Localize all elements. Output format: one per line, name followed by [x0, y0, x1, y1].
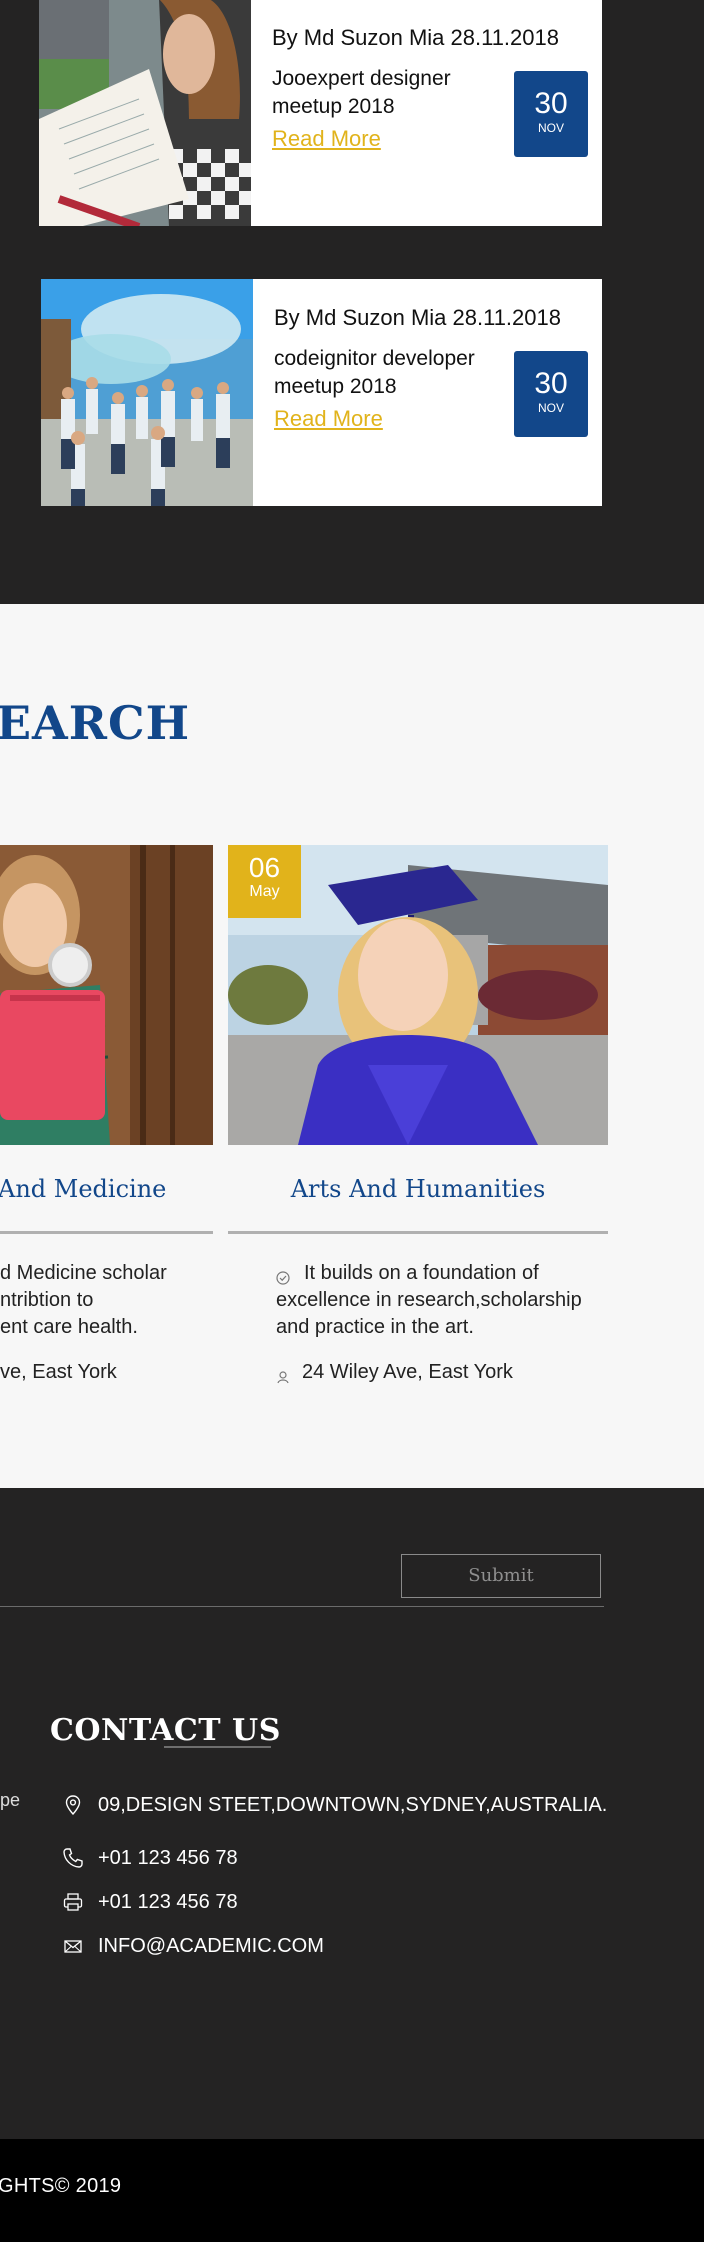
course-date-tag: 06 May — [228, 845, 301, 918]
divider — [228, 1231, 608, 1234]
course-location: ve, East York — [0, 1359, 213, 1385]
contact-email-text: INFO@ACADEMIC.COM — [98, 1935, 324, 1957]
event-title: Jooexpert designer meetup 2018 — [272, 67, 451, 118]
copyright-bar: GHTS© 2019 — [0, 2139, 704, 2242]
course-card[interactable]: 06 May Arts And Humanities It builds on … — [228, 845, 608, 1385]
event-meta: By Md Suzon Mia 28.11.2018 — [274, 305, 561, 330]
contact-address-text: 09,DESIGN STEET,DOWNTOWN,SYDNEY,AUSTRALI… — [98, 1794, 608, 1816]
event-meta: By Md Suzon Mia 28.11.2018 — [272, 25, 559, 50]
copyright-text: GHTS© 2019 — [0, 2175, 122, 2197]
section-title: EARCH — [0, 696, 191, 750]
course-card[interactable]: And Medicine d Medicine scholar ntribtio… — [0, 845, 213, 1385]
course-image — [0, 845, 213, 1145]
course-description-line: ent care health. — [0, 1316, 138, 1338]
course-location-text: 24 Wiley Ave, East York — [302, 1361, 513, 1383]
map-pin-icon — [62, 1794, 84, 1816]
course-description: d Medicine scholar ntribtion to ent care… — [0, 1260, 213, 1341]
course-title: And Medicine — [0, 1175, 167, 1203]
course-description-line: ntribtion to — [0, 1289, 94, 1311]
event-date-month: NOV — [537, 401, 564, 415]
course-location: 24 Wiley Ave, East York — [228, 1359, 608, 1385]
divider — [0, 1606, 604, 1607]
envelope-icon — [62, 1935, 84, 1957]
event-date-day: 30 — [534, 367, 568, 400]
read-more-link[interactable]: Read More — [274, 405, 383, 433]
course-description-text: It builds on a foundation of excellence … — [276, 1262, 582, 1338]
check-circle-icon — [276, 1266, 290, 1285]
event-card: By Md Suzon Mia 28.11.2018 codeignitor d… — [41, 279, 602, 506]
submit-button[interactable]: Submit — [401, 1554, 601, 1598]
course-date-month: May — [249, 883, 280, 900]
event-content: By Md Suzon Mia 28.11.2018 codeignitor d… — [274, 303, 561, 433]
event-image — [39, 0, 251, 226]
contact-phone-text: +01 123 456 78 — [98, 1847, 238, 1869]
read-more-link[interactable]: Read More — [272, 125, 381, 153]
title-underline — [164, 1746, 271, 1748]
course-description-line: d Medicine scholar — [0, 1262, 167, 1284]
divider — [0, 1231, 213, 1234]
event-content: By Md Suzon Mia 28.11.2018 Jooexpert des… — [272, 23, 559, 153]
event-card: By Md Suzon Mia 28.11.2018 Jooexpert des… — [39, 0, 602, 226]
research-section: EARCH And Medicine d Medicine scholar nt… — [0, 604, 704, 1488]
contact-title: CONTACT US — [50, 1713, 281, 1748]
event-date-badge: 30 NOV — [514, 71, 588, 157]
phone-icon — [62, 1847, 84, 1869]
course-date-day: 06 — [248, 852, 281, 883]
event-date-month: NOV — [537, 121, 564, 135]
event-date-day: 30 — [534, 87, 568, 120]
event-title: codeignitor developer meetup 2018 — [274, 347, 475, 398]
user-location-icon — [276, 1365, 290, 1384]
footer-text-fragment: pe — [0, 1790, 21, 1810]
course-title: Arts And Humanities — [290, 1175, 546, 1203]
footer: Submit pe CONTACT US 09,DESIGN STEET,DOW… — [0, 1488, 704, 2139]
printer-icon — [62, 1891, 84, 1913]
event-date-badge: 30 NOV — [514, 351, 588, 437]
course-description: It builds on a foundation of excellence … — [228, 1260, 608, 1341]
contact-fax-text: +01 123 456 78 — [98, 1891, 238, 1913]
course-location-text: ve, East York — [0, 1361, 117, 1383]
event-image — [41, 279, 253, 506]
course-image: 06 May — [228, 845, 608, 1145]
events-section: By Md Suzon Mia 28.11.2018 Jooexpert des… — [0, 0, 704, 604]
